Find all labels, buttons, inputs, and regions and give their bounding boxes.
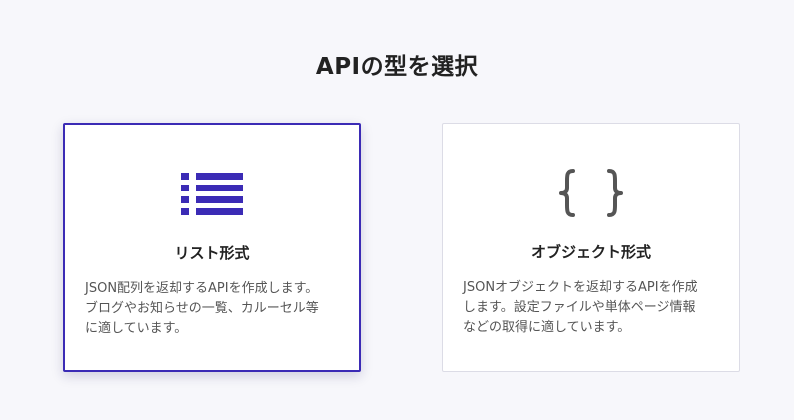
object-type-card-description: JSONオブジェクトを返却するAPIを作成 します。設定ファイルや単体ページ情報… <box>463 280 698 335</box>
list-type-card-description: JSON配列を返却するAPIを作成します。 ブログやお知らせの一覧、カルーセル等… <box>85 281 319 336</box>
object-type-card[interactable]: オブジェクト形式 JSONオブジェクトを返却するAPIを作成 します。設定ファイ… <box>442 123 740 372</box>
curly-braces-icon <box>559 169 623 217</box>
page-title: APIの型を選択 <box>315 54 479 80</box>
curly-braces-icon-container <box>443 168 739 218</box>
list-type-card[interactable]: リスト形式 JSON配列を返却するAPIを作成します。 ブログやお知らせの一覧、… <box>63 123 361 372</box>
list-icon-container <box>65 169 359 219</box>
list-icon <box>181 173 243 215</box>
object-type-card-title: オブジェクト形式 <box>530 243 651 261</box>
list-type-card-title: リスト形式 <box>174 244 250 262</box>
